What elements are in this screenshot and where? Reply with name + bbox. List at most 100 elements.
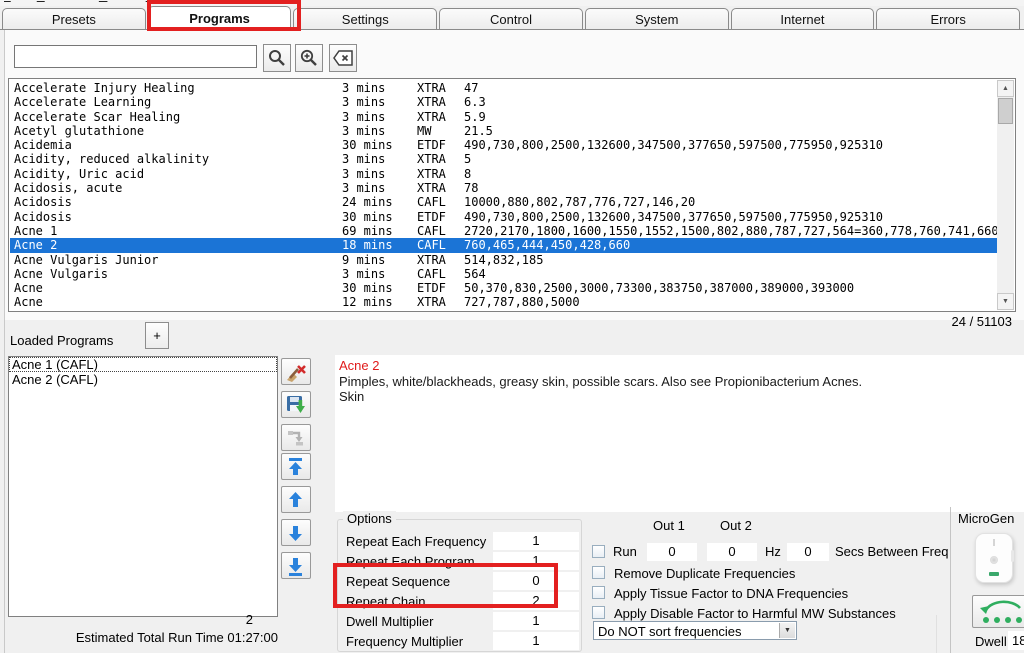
move-bottom-button[interactable]	[281, 552, 311, 579]
program-row[interactable]: Acne 169 minsCAFL2720,2170,1800,1600,155…	[10, 224, 997, 238]
checkbox-label: Apply Disable Factor to Harmful MW Subst…	[614, 606, 896, 621]
program-name: Accelerate Learning	[14, 95, 342, 109]
menu-item[interactable]: Create	[182, 0, 215, 3]
program-row[interactable]: Acidosis24 minsCAFL10000,880,802,787,776…	[10, 195, 997, 209]
scroll-down-icon[interactable]: ▼	[997, 293, 1014, 310]
save-loaded-button[interactable]	[281, 391, 311, 418]
out1-header: Out 1	[653, 518, 685, 533]
program-frequencies: 47	[464, 81, 997, 95]
program-type: CAFL	[417, 310, 464, 311]
menu-item[interactable]: Database	[37, 0, 84, 3]
program-type: CAFL	[417, 195, 464, 209]
program-name: Aconite	[14, 310, 342, 311]
option-label: Repeat Each Frequency	[346, 534, 486, 549]
program-row[interactable]: Acne12 minsXTRA727,787,880,5000	[10, 295, 997, 309]
move-bottom-icon	[285, 555, 307, 577]
checkbox[interactable]	[592, 606, 605, 619]
program-row[interactable]: Acidemia30 minsETDF490,730,800,2500,1326…	[10, 138, 997, 152]
tab-errors[interactable]: Errors	[876, 8, 1020, 30]
tab-system[interactable]: System	[585, 8, 729, 30]
option-row: Repeat Sequence0	[338, 572, 581, 592]
tab-internet[interactable]: Internet	[731, 8, 875, 30]
scrollbar-thumb[interactable]	[998, 98, 1013, 124]
program-duration: 30 mins	[342, 138, 417, 152]
option-value-field[interactable]: 0	[493, 572, 579, 590]
loaded-program-item[interactable]: Acne 1 (CAFL)	[9, 357, 277, 372]
program-row[interactable]: Acidity, Uric acid3 minsXTRA8	[10, 167, 997, 181]
option-label: Repeat Each Program	[346, 554, 475, 569]
program-name: Acidity, reduced alkalinity	[14, 152, 342, 166]
program-row[interactable]: Aconite15 minsCAFL3347,5611,2791	[10, 310, 997, 311]
program-type: XTRA	[417, 95, 464, 109]
program-row[interactable]: Acne 218 minsCAFL760,465,444,450,428,660	[10, 238, 997, 252]
menu-item[interactable]: File	[4, 0, 22, 3]
option-label: Dwell Multiplier	[346, 614, 433, 629]
loaded-programs-list[interactable]: Acne 1 (CAFL)Acne 2 (CAFL)	[8, 356, 278, 617]
move-down-button[interactable]	[281, 519, 311, 546]
program-type: XTRA	[417, 81, 464, 95]
program-row[interactable]: Acne Vulgaris Junior9 minsXTRA514,832,18…	[10, 253, 997, 267]
checkbox-label: Remove Duplicate Frequencies	[614, 566, 795, 581]
sort-dropdown-value: Do NOT sort frequencies	[598, 624, 742, 639]
tab-settings[interactable]: Settings	[293, 8, 437, 30]
move-top-button[interactable]	[281, 453, 311, 480]
program-frequencies: 760,465,444,450,428,660	[464, 238, 997, 252]
option-value-field[interactable]: 2	[493, 592, 579, 610]
menu-bar-items: File Database Global Utils Create	[4, 0, 230, 3]
loaded-program-item[interactable]: Acne 2 (CAFL)	[9, 372, 277, 387]
save-icon	[285, 394, 307, 416]
run-checkbox[interactable]	[592, 545, 605, 558]
program-name: Acne Vulgaris	[14, 267, 342, 281]
menu-item[interactable]: Utils	[146, 0, 167, 3]
checkbox[interactable]	[592, 586, 605, 599]
option-value-field[interactable]: 1	[493, 612, 579, 630]
program-row[interactable]: Accelerate Scar Healing3 minsXTRA5.9	[10, 110, 997, 124]
program-list-rows: Accelerate Injury Healing3 minsXTRA47Acc…	[10, 81, 997, 311]
search-button[interactable]	[263, 44, 291, 72]
program-row[interactable]: Acidosis30 minsETDF490,730,800,2500,1326…	[10, 210, 997, 224]
run-label: Run	[613, 544, 637, 559]
secs-field[interactable]: 0	[787, 543, 829, 561]
program-row[interactable]: Accelerate Injury Healing3 minsXTRA47	[10, 81, 997, 95]
run-row: Run 0 0 Hz 0 Secs Between Freq	[592, 543, 954, 561]
out1-field[interactable]: 0	[647, 543, 697, 561]
program-row[interactable]: Acidosis, acute3 minsXTRA78	[10, 181, 997, 195]
magnifier-icon	[267, 48, 287, 68]
tab-programs[interactable]: Programs	[148, 6, 292, 30]
program-row[interactable]: Acetyl glutathione3 minsMW21.5	[10, 124, 997, 138]
tab-presets[interactable]: Presets	[2, 8, 146, 30]
menu-item[interactable]: Global	[99, 0, 131, 3]
option-label: Repeat Chain	[346, 594, 426, 609]
microgen-title: MicroGen	[958, 511, 1014, 526]
option-row: Repeat Each Program 1	[338, 552, 581, 572]
option-value-field[interactable]: 1	[493, 532, 579, 550]
program-type: ETDF	[417, 138, 464, 152]
microgen-loop-button[interactable]	[972, 595, 1024, 628]
program-row[interactable]: Acidity, reduced alkalinity3 minsXTRA5	[10, 152, 997, 166]
dwell-field[interactable]: 18	[1008, 631, 1024, 650]
chevron-down-icon[interactable]: ▼	[779, 623, 795, 638]
sort-dropdown[interactable]: Do NOT sort frequencies ▼	[593, 621, 797, 640]
search-input[interactable]	[14, 45, 257, 68]
program-duration: 30 mins	[342, 210, 417, 224]
program-type: ETDF	[417, 210, 464, 224]
transfer-button[interactable]	[281, 424, 311, 451]
out2-field[interactable]: 0	[707, 543, 757, 561]
option-value-field[interactable]: 1	[493, 552, 579, 570]
move-up-button[interactable]	[281, 486, 311, 513]
scroll-up-icon[interactable]: ▲	[997, 80, 1014, 97]
program-row[interactable]: Accelerate Learning3 minsXTRA6.3	[10, 95, 997, 109]
program-frequencies: 490,730,800,2500,132600,347500,377650,59…	[464, 138, 997, 152]
add-program-button[interactable]: +	[145, 322, 169, 349]
result-counter: 24 / 51103	[952, 314, 1012, 329]
tab-control[interactable]: Control	[439, 8, 583, 30]
program-row[interactable]: Acne30 minsETDF50,370,830,2500,3000,7330…	[10, 281, 997, 295]
clear-search-button[interactable]	[329, 44, 357, 72]
search-zoom-button[interactable]	[295, 44, 323, 72]
program-list-scrollbar[interactable]: ▲ ▼	[997, 80, 1014, 310]
clear-loaded-button[interactable]	[281, 358, 311, 385]
checkbox[interactable]	[592, 566, 605, 579]
program-row[interactable]: Acne Vulgaris3 minsCAFL564	[10, 267, 997, 281]
option-value-field[interactable]: 1	[493, 632, 579, 650]
program-name: Acidosis, acute	[14, 181, 342, 195]
